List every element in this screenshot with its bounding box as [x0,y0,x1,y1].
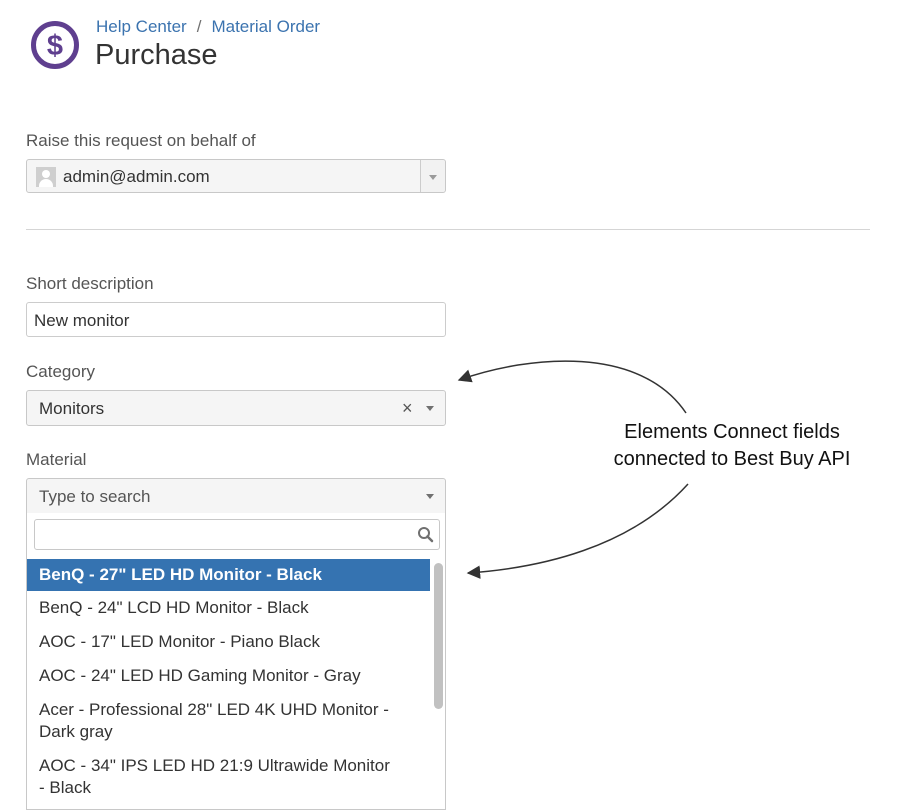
divider [26,229,870,230]
svg-text:$: $ [47,30,63,62]
breadcrumb: Help Center / Material Order [96,17,320,37]
on-behalf-label: Raise this request on behalf of [26,131,256,150]
chevron-down-icon[interactable] [426,406,434,411]
material-label: Material [26,450,87,469]
short-description-input[interactable]: New monitor [26,302,446,337]
category-label: Category [26,362,95,381]
chevron-down-icon[interactable] [426,494,434,499]
material-option[interactable]: Acer - Professional 28" LED 4K UHD Monit… [27,693,407,749]
material-placeholder: Type to search [39,487,151,506]
category-value: Monitors [39,399,105,418]
material-option[interactable]: AOC - 34" IPS LED HD 21:9 Ultrawide Moni… [27,749,407,805]
breadcrumb-material-order[interactable]: Material Order [211,17,320,36]
material-option[interactable]: BenQ - 27" LED HD Monitor - Black [27,559,430,591]
page-title: Purchase [95,39,218,71]
annotation-text: Elements Connect fields connected to Bes… [613,421,851,470]
dollar-icon: $ [31,21,79,69]
material-dropdown: BenQ - 27" LED HD Monitor - Black BenQ -… [26,513,446,810]
search-icon [418,527,434,543]
arrow-to-category [457,360,687,414]
arrow-to-material [466,483,689,579]
breadcrumb-separator: / [196,17,202,36]
avatar [36,167,56,187]
breadcrumb-help-center[interactable]: Help Center [96,17,187,36]
short-description-label: Short description [26,274,154,293]
material-search-input[interactable] [34,519,440,550]
material-option[interactable]: AOC - 17" LED Monitor - Piano Black [27,625,430,659]
material-options-list: BenQ - 27" LED HD Monitor - Black BenQ -… [27,559,430,805]
clear-icon[interactable]: × [402,398,413,419]
scrollbar[interactable] [434,563,443,709]
chevron-down-icon[interactable] [421,160,445,192]
category-select[interactable]: Monitors × [26,390,446,426]
on-behalf-value: admin@admin.com [63,167,210,186]
on-behalf-select[interactable]: admin@admin.com [26,159,446,193]
material-option[interactable]: AOC - 24" LED HD Gaming Monitor - Gray [27,659,430,693]
material-option[interactable]: BenQ - 24" LCD HD Monitor - Black [27,591,430,625]
material-select[interactable]: Type to search [26,478,446,514]
